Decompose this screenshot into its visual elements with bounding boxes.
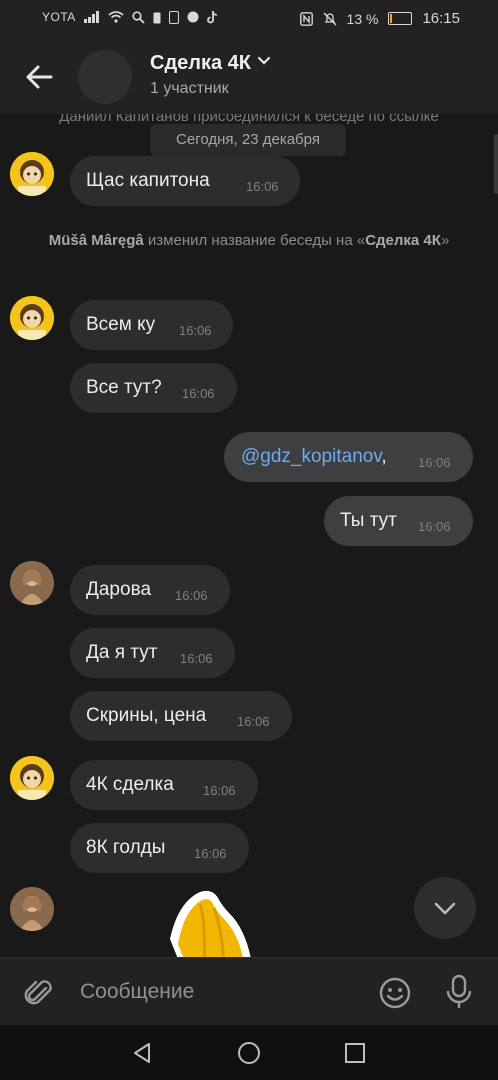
carrier-label: YOTA — [42, 10, 76, 24]
message-list[interactable]: Даниил Капитанов присоединился к беседе … — [0, 114, 498, 957]
rename-action: изменил название беседы на « — [143, 232, 366, 249]
message-input[interactable]: Сообщение — [80, 980, 194, 1004]
message-time: 16:06 — [194, 846, 227, 861]
message-bubble[interactable]: Дарова 16:06 — [70, 565, 230, 615]
tiktok-icon — [206, 10, 217, 23]
rename-new-name: Сделка 4К — [365, 232, 441, 249]
photo-avatar-icon — [10, 887, 54, 931]
signal-icon — [83, 11, 99, 23]
message-bubble[interactable]: Щас капитона 16:06 — [70, 156, 300, 206]
message-time: 16:06 — [237, 714, 270, 729]
mute-icon — [323, 12, 337, 25]
message-time: 16:06 — [418, 519, 451, 534]
chat-title-text: Сделка 4К — [150, 52, 251, 74]
scroll-down-button[interactable] — [414, 877, 476, 939]
message-bubble[interactable]: Всем ку 16:06 — [70, 300, 233, 350]
message-text-suffix: , — [381, 446, 387, 467]
sender-avatar[interactable] — [10, 887, 54, 931]
system-nav-bar — [0, 1025, 498, 1080]
microphone-icon[interactable] — [444, 974, 474, 1010]
message-text: Все тут? — [86, 377, 162, 398]
wifi-icon — [108, 11, 124, 23]
sender-avatar[interactable] — [10, 152, 54, 196]
nfc-icon — [299, 11, 313, 26]
message-text: Да я тут — [86, 642, 158, 663]
battery-percent: 13 % — [346, 10, 379, 27]
date-separator: Сегодня, 23 декабря — [150, 124, 346, 156]
status-left: YOTA — [42, 10, 218, 24]
mention-link[interactable]: @gdz_kopitanov — [241, 446, 381, 467]
message-bubble[interactable]: Все тут? 16:06 — [70, 363, 237, 413]
sender-avatar[interactable] — [10, 756, 54, 800]
message-time: 16:06 — [203, 783, 236, 798]
message-time: 16:06 — [175, 588, 208, 603]
message-text: 4К сделка — [86, 774, 174, 795]
message-text: @gdz_kopitanov, — [241, 432, 387, 482]
rename-actor[interactable]: Müšâ Mâręgâ — [49, 232, 144, 249]
status-bar: YOTA 13 % 16:15 — [0, 0, 498, 38]
chat-member-count: 1 участник — [150, 80, 229, 97]
recents-square-icon[interactable] — [343, 1041, 367, 1065]
chat-avatar[interactable] — [78, 50, 132, 104]
home-circle-icon[interactable] — [237, 1041, 261, 1065]
message-time: 16:06 — [182, 386, 215, 401]
message-bubble[interactable]: 8К голды 16:06 — [70, 823, 249, 873]
message-bubble-outgoing[interactable]: @gdz_kopitanov, 16:06 — [224, 432, 473, 482]
paperclip-icon[interactable] — [22, 976, 56, 1010]
status-right: 13 % 16:15 — [299, 10, 460, 27]
battery-icon — [388, 12, 413, 25]
message-bubble-outgoing[interactable]: Ты тут 16:06 — [324, 496, 473, 546]
message-time: 16:06 — [180, 651, 213, 666]
sim-icon — [168, 10, 179, 24]
system-message-rename: Müšâ Mâręgâ изменил название беседы на «… — [20, 230, 478, 252]
clock: 16:15 — [422, 10, 460, 27]
message-text: Дарова — [86, 579, 152, 600]
facebook-icon — [187, 11, 199, 23]
message-text: Ты тут — [340, 510, 397, 531]
message-text: 8К голды — [86, 837, 166, 858]
chat-title[interactable]: Сделка 4К — [150, 52, 271, 75]
back-triangle-icon[interactable] — [130, 1041, 154, 1065]
message-bubble[interactable]: 4К сделка 16:06 — [70, 760, 258, 810]
message-bubble[interactable]: Скрины, цена 16:06 — [70, 691, 292, 741]
message-text: Скрины, цена — [86, 705, 207, 726]
scrollbar[interactable] — [494, 134, 498, 194]
back-arrow-icon[interactable] — [20, 58, 58, 96]
message-time: 16:06 — [418, 455, 451, 470]
cartoon-avatar-icon — [10, 756, 54, 800]
search-notification-icon — [132, 10, 145, 24]
message-time: 16:06 — [179, 323, 212, 338]
sender-avatar[interactable] — [10, 561, 54, 605]
chat-header: Сделка 4К 1 участник — [0, 38, 498, 114]
rename-close: » — [440, 232, 450, 249]
message-text: Всем ку — [86, 314, 156, 335]
sender-avatar[interactable] — [10, 296, 54, 340]
cartoon-avatar-icon — [10, 152, 54, 196]
battery-saver-icon — [153, 12, 161, 23]
message-time: 16:06 — [246, 179, 279, 194]
chevron-down-icon — [434, 902, 456, 915]
photo-avatar-icon — [10, 561, 54, 605]
message-composer: Сообщение — [0, 957, 498, 1026]
chevron-down-icon — [257, 56, 271, 65]
message-text: Щас капитона — [86, 170, 210, 191]
cartoon-avatar-icon — [10, 296, 54, 340]
message-bubble[interactable]: Да я тут 16:06 — [70, 628, 235, 678]
sticker-image[interactable] — [160, 884, 260, 957]
emoji-icon[interactable] — [378, 976, 412, 1010]
